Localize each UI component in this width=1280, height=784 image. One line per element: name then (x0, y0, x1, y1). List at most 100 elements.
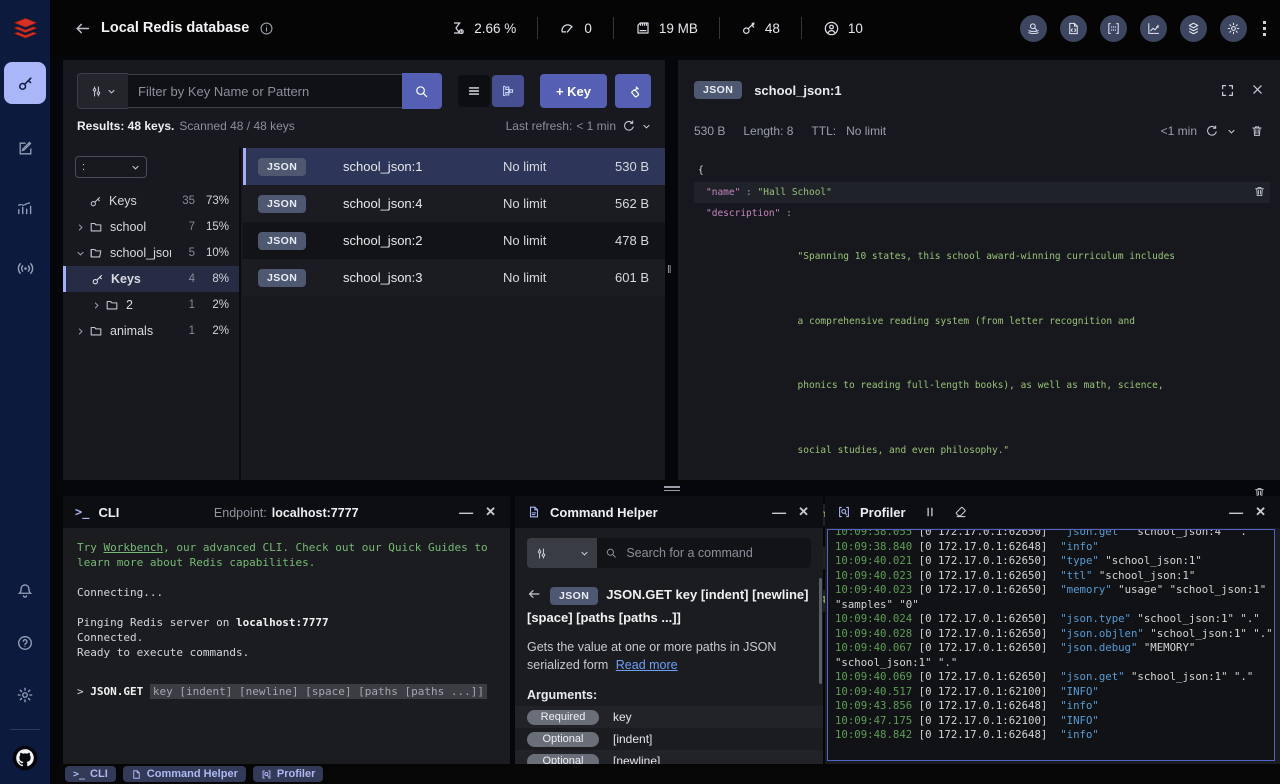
back-icon[interactable] (527, 587, 541, 601)
delete-key-icon[interactable] (1250, 124, 1264, 138)
cli-output[interactable]: Try Workbench, our advanced CLI. Check o… (63, 528, 510, 711)
filter-type-dropdown[interactable] (77, 73, 128, 109)
read-more-link[interactable]: Read more (616, 658, 678, 672)
detail-ttl-label: TTL: (811, 124, 837, 138)
key-icon (18, 76, 32, 90)
metric-commands: 0 (538, 20, 613, 37)
last-refresh-value: < 1 min (576, 119, 616, 133)
helper-close-button[interactable]: ✕ (792, 504, 811, 520)
delete-field-icon[interactable] (1253, 185, 1266, 204)
tree-item-2[interactable]: 2 1 2% (63, 292, 239, 318)
list-view-button[interactable] (457, 75, 490, 107)
key-row-school-json-2[interactable]: JSON school_json:2 No limit 478 B (243, 222, 665, 259)
sidebar-item-analytics[interactable] (0, 182, 50, 234)
log-line: 10:09:40.024 [0 172.17.0.1:62650] "json.… (835, 612, 1260, 625)
log-line: 10:09:40.021 [0 172.17.0.1:62650] "type"… (835, 554, 1202, 567)
cli-prompt-line[interactable]: > JSON.GET key [indent] [newline] [space… (77, 684, 496, 699)
settings-button[interactable] (0, 669, 50, 721)
tree-item-animals[interactable]: animals 1 2% (63, 318, 239, 344)
add-key-button[interactable]: + Key (539, 74, 607, 108)
key-row-school-json-1[interactable]: JSON school_json:1 No limit 530 B (243, 148, 665, 185)
json-viewer: { "name" : "Hall School" "description" :… (694, 160, 1270, 651)
type-badge: JSON (258, 268, 307, 287)
profiler-pause-button[interactable] (924, 506, 936, 518)
profiler-clear-button[interactable] (954, 505, 968, 519)
command-filter-dropdown[interactable] (527, 538, 597, 568)
bulk-actions-icon (630, 85, 639, 97)
top-header: Local Redis database 2.66 % 0 19 MB 48 1… (50, 0, 1280, 56)
profiler-log[interactable]: 10:09:38.055 [0 172.17.0.1:62650] "json.… (827, 529, 1275, 761)
refresh-icon[interactable] (622, 119, 636, 133)
cli-line: Connecting... (77, 586, 164, 599)
insights-button[interactable] (1020, 14, 1047, 42)
bottom-profiler-button[interactable]: Profiler (252, 766, 324, 782)
detail-key-name: school_json:1 (754, 82, 842, 98)
sidebar-item-browser[interactable] (4, 62, 46, 104)
log-line: 10:09:40.028 [0 172.17.0.1:62650] "json.… (835, 626, 1273, 640)
metric-keys: 48 (720, 20, 801, 36)
profiler-close-button[interactable]: ✕ (1249, 504, 1268, 520)
tree-item-school-json[interactable]: school_json 5 10% (63, 240, 239, 266)
tree-item-keys-root[interactable]: Keys 35 73% (63, 188, 239, 214)
help-button[interactable] (0, 617, 50, 669)
detail-refresh-value: <1 min (1160, 124, 1197, 138)
pubsub-icon (17, 262, 33, 274)
metric-clients-value: 10 (847, 20, 863, 36)
tree-item-school-json-keys[interactable]: Keys 4 8% (63, 266, 239, 292)
key-row-school-json-3[interactable]: JSON school_json:3 No limit 601 B (243, 259, 665, 296)
back-button[interactable] (74, 20, 91, 37)
github-button[interactable] (0, 738, 50, 778)
browser-panel: + Key Results: 48 keys. Scanned 48 / 48 … (63, 60, 665, 480)
command-palette-button[interactable] (1100, 14, 1127, 42)
metric-memory: 19 MB (614, 20, 719, 36)
search-button[interactable] (401, 73, 442, 109)
bulk-actions-button[interactable] (615, 74, 651, 108)
cli-close-button[interactable]: ✕ (479, 504, 498, 520)
panel-resize-handle-horizontal[interactable] (664, 484, 680, 493)
sidebar-item-workbench[interactable] (0, 122, 50, 174)
list-view-icon (468, 87, 480, 95)
database-info-button[interactable] (259, 21, 274, 36)
arguments-label: Arguments: (527, 688, 598, 702)
key-icon (742, 22, 755, 35)
bottom-command-helper-button[interactable]: Command Helper (122, 766, 246, 782)
tree-view-button[interactable] (491, 75, 524, 107)
triggers-functions-button[interactable] (1180, 14, 1207, 42)
helper-scrollbar[interactable] (819, 578, 822, 684)
chevron-down-icon[interactable] (642, 122, 651, 131)
close-icon[interactable] (1251, 83, 1264, 96)
fullscreen-icon[interactable] (1220, 83, 1235, 98)
gear-icon (1227, 22, 1240, 34)
json-field-description[interactable]: "description" : "Spanning 10 states, thi… (694, 203, 1270, 504)
sdk-clients-button[interactable] (1060, 14, 1087, 42)
key-row-school-json-4[interactable]: JSON school_json:4 No limit 562 B (243, 185, 665, 222)
redis-logo[interactable] (0, 0, 50, 56)
profiler-minimize-button[interactable]: — (1223, 504, 1249, 520)
workbench-link[interactable]: Workbench (104, 541, 164, 554)
helper-minimize-button[interactable]: — (766, 504, 792, 520)
panel-resize-handle-vertical[interactable]: ‖ (667, 264, 672, 276)
log-line: 10:09:40.023 [0 172.17.0.1:62650] "ttl" … (835, 568, 1196, 582)
notifications-button[interactable] (0, 565, 50, 617)
refresh-icon[interactable] (1205, 124, 1219, 138)
command-search-input[interactable] (624, 545, 803, 561)
key-filter-input[interactable] (128, 74, 402, 108)
metric-cpu: 2.66 % (429, 20, 537, 36)
chevron-right-icon (78, 223, 83, 231)
sidebar-item-pubsub[interactable] (0, 242, 50, 294)
log-line: "samples" "0" (835, 597, 919, 611)
analytics-tools-button[interactable] (1140, 14, 1167, 42)
overflow-menu-button[interactable] (1263, 20, 1266, 36)
tree-item-school[interactable]: school 7 15% (63, 214, 239, 240)
cli-minimize-button[interactable]: — (453, 504, 479, 520)
bottom-cli-button[interactable]: >_ CLI (65, 766, 116, 782)
delimiter-dropdown[interactable]: : (75, 156, 147, 178)
back-arrow-icon (76, 23, 90, 33)
terminal-icon: >_ (75, 505, 90, 519)
cli-line: Ready to execute commands. (77, 646, 250, 659)
json-field-name[interactable]: "name" : "Hall School" (694, 181, 1270, 204)
last-refresh-label: Last refresh: (505, 119, 573, 133)
chevron-down-icon[interactable] (1227, 127, 1236, 136)
settings-header-button[interactable] (1220, 14, 1247, 42)
detail-ttl-value[interactable]: No limit (846, 124, 886, 138)
